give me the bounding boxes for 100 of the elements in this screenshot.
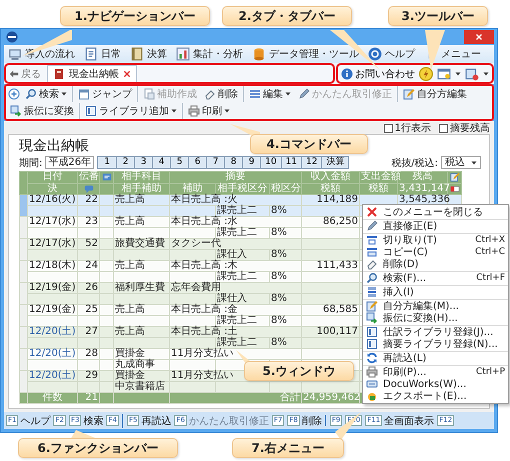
menu-item[interactable]: 切り取り(T) Ctrl+X — [363, 233, 508, 246]
month-button[interactable]: 11 — [280, 157, 302, 168]
callout-label: 4.コマンドバー — [250, 134, 368, 154]
month-button[interactable]: 2 — [116, 157, 134, 168]
month-button[interactable]: 9 — [242, 157, 260, 168]
callout-label: 6.ファンクションバー — [18, 438, 178, 458]
command-button[interactable]: 自分方編集 — [397, 86, 469, 102]
nav-link[interactable]: 集計・分析 — [176, 47, 243, 61]
month-button[interactable]: 4 — [152, 157, 170, 168]
comment-icon[interactable] — [84, 184, 94, 194]
menu-item[interactable]: DocuWorks(W)... — [363, 378, 508, 390]
command-button[interactable]: 印刷 — [182, 103, 232, 119]
month-button[interactable]: 6 — [188, 157, 206, 168]
table-cell: 本日売上高 :土 — [171, 326, 238, 338]
nav-link[interactable]: データ管理・ツール — [252, 47, 359, 61]
menu-item[interactable]: このメニューを閉じる — [363, 206, 508, 218]
table-cell: 12/19(金) — [29, 304, 76, 316]
month-button[interactable]: 3 — [134, 157, 152, 168]
column-header: 支出金額 — [361, 171, 402, 182]
table-cell: 売上高 — [115, 194, 145, 206]
menu-item[interactable]: 自分方編集(M)... — [363, 299, 508, 312]
month-button[interactable]: 5 — [170, 157, 188, 168]
column-header: 税額 — [320, 183, 341, 194]
tax-mode-dropdown[interactable]: 税込 — [441, 156, 481, 169]
column-header: 収入金額 — [310, 171, 351, 182]
table-cell: 12/20(土) — [29, 326, 76, 338]
table-cell: 8% — [271, 249, 287, 260]
menu-item[interactable]: 仕訳ライブラリ登録(J)... — [363, 325, 508, 338]
back-arrow-icon — [9, 69, 19, 79]
table-cell: 12/20(土) — [29, 370, 76, 382]
caret-icon[interactable] — [455, 70, 461, 76]
table-cell: 本日売上高 :木 — [171, 260, 238, 272]
nav-link[interactable]: 決算 — [130, 47, 167, 61]
menu-item[interactable]: 再読込(L) — [363, 351, 508, 364]
checkbox[interactable]: 摘要残高 — [439, 121, 490, 135]
table-cell: 8% — [271, 315, 287, 326]
eraser-icon — [204, 88, 216, 100]
table-cell: 24 — [85, 260, 98, 272]
month-button[interactable]: 1 — [98, 157, 116, 168]
nav-link[interactable]: 日常 — [84, 47, 121, 61]
menu-item[interactable]: 検索(F)... Ctrl+F — [363, 271, 508, 284]
tag-icon[interactable] — [450, 184, 460, 194]
computer-icon — [8, 47, 22, 61]
table-cell: タクシー代 — [171, 238, 221, 250]
month-button[interactable]: 7 — [206, 157, 224, 168]
caret-icon[interactable] — [483, 70, 489, 76]
pencil-icon — [366, 220, 378, 232]
menu-item[interactable]: 直接修正(E) — [363, 219, 508, 232]
table-cell: 本日売上高 :火 — [171, 194, 238, 206]
command-button[interactable]: ジャンプ — [72, 86, 134, 102]
table-cell: 売上高 — [115, 260, 145, 272]
column-header: 決 — [48, 183, 58, 194]
back-button[interactable]: 戻る — [9, 66, 41, 82]
table-cell: 売上高 — [115, 326, 145, 338]
nav-link[interactable]: ヘルプ — [368, 47, 415, 61]
table-cell: 68,585 — [323, 304, 358, 316]
table-cell: 12/20(土) — [29, 348, 76, 360]
callout-label: 2.タブ・タブバー — [222, 6, 352, 26]
checkbox[interactable]: 1行表示 — [384, 121, 431, 135]
lightning-icon[interactable] — [419, 66, 433, 80]
ledger-title: 現金出納帳 — [19, 138, 89, 155]
contact-button[interactable]: お問い合わせ — [341, 66, 415, 80]
close-button[interactable] — [464, 30, 494, 44]
menu-item[interactable]: エクスポート(E)... — [363, 390, 508, 402]
menu-item[interactable]: 挿入(I) — [363, 285, 508, 298]
command-button[interactable]: 振伝に変換 — [8, 103, 76, 119]
command-button[interactable]: 削除 — [202, 86, 240, 102]
table-cell: 25 — [85, 304, 98, 316]
month-button[interactable]: 12 — [301, 157, 322, 168]
table-cell: 買掛金 — [115, 370, 145, 382]
plus-icon[interactable] — [8, 88, 20, 100]
table-cell: 課売上二 — [217, 315, 257, 326]
month-button[interactable]: 10 — [260, 157, 281, 168]
table-cell: 11月分支払い — [171, 348, 234, 360]
close-icon[interactable] — [123, 70, 131, 78]
menu-item[interactable]: 削除(D) — [363, 258, 508, 270]
close-icon — [366, 206, 378, 218]
command-button[interactable]: 編集 — [243, 86, 293, 102]
table-cell: 課仕入 — [217, 293, 247, 304]
table-cell: 52 — [85, 238, 98, 250]
printer-icon — [188, 105, 200, 117]
menu-item[interactable]: 印刷(P)... Ctrl+P — [363, 365, 508, 378]
table-cell: 28 — [85, 348, 98, 360]
table-cell: 8% — [271, 293, 287, 304]
note-icon[interactable] — [102, 172, 112, 182]
menu-item[interactable]: 摘要ライブラリ登録(N)... — [363, 338, 508, 350]
window-icon[interactable] — [437, 66, 451, 80]
menu-item[interactable]: 振伝に変換(H)... — [363, 312, 508, 324]
tab[interactable]: 現金出納帳 — [47, 65, 137, 82]
search-icon — [25, 88, 37, 100]
menu-item[interactable]: コピー(C) Ctrl+C — [363, 246, 508, 258]
command-button[interactable]: ライブラリ追加 — [79, 103, 179, 119]
table-cell: 課売上二 — [217, 205, 257, 216]
edit-icon[interactable] — [450, 172, 460, 182]
period-field[interactable]: 平成26年 — [45, 156, 94, 169]
command-button[interactable]: 検索 — [23, 86, 69, 102]
month-button[interactable]: 決算 — [321, 157, 348, 168]
settings-icon[interactable] — [465, 66, 479, 80]
month-button[interactable]: 8 — [224, 157, 242, 168]
callout-label: 7.右メニュー — [232, 438, 344, 458]
